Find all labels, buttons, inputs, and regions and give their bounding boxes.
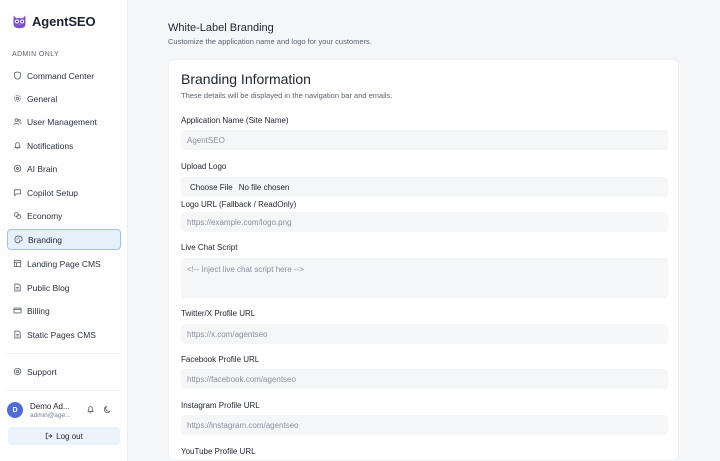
page-subtitle: Customize the application name and logo …: [168, 37, 372, 46]
sidebar-item-label: Command Center: [27, 70, 95, 81]
sidebar-item-copilot-setup[interactable]: Copilot Setup: [7, 182, 121, 203]
credit-card-icon: [12, 306, 22, 316]
app-name-label: Application Name (Site Name): [181, 116, 289, 125]
choose-file-button[interactable]: Choose File: [190, 183, 233, 192]
file-status: No file chosen: [238, 182, 290, 192]
app-name-input[interactable]: AgentSEO: [181, 130, 668, 150]
user-email: admin@age...: [30, 411, 71, 419]
sidebar-item-label: Static Pages CMS: [27, 329, 96, 340]
logo-url-input[interactable]: https://example.com/logo.png: [181, 212, 668, 232]
brand[interactable]: AgentSEO: [11, 13, 96, 30]
palette-icon: [13, 235, 23, 245]
sidebar-item-general[interactable]: General: [7, 88, 121, 109]
layout-icon: [12, 259, 22, 269]
twitter-input[interactable]: https://x.com/agentseo: [181, 324, 668, 344]
sidebar-item-label: Landing Page CMS: [27, 258, 101, 269]
bell-icon[interactable]: [86, 401, 95, 419]
sidebar-item-label: Notifications: [27, 140, 74, 151]
sidebar-item-public-blog[interactable]: Public Blog: [7, 277, 121, 298]
facebook-label: Facebook Profile URL: [181, 355, 260, 364]
logout-button[interactable]: Log out: [8, 427, 120, 445]
sidebar-divider: [7, 353, 119, 354]
sidebar-item-label: AI Brain: [27, 163, 58, 174]
sidebar-item-label: Public Blog: [27, 282, 70, 293]
sidebar-item-command-center[interactable]: Command Center: [7, 65, 121, 86]
document-icon: [12, 283, 22, 293]
app-name: AgentSEO: [32, 14, 96, 29]
branding-card: Branding Information These details will …: [168, 59, 679, 461]
sidebar-item-ai-brain[interactable]: AI Brain: [7, 158, 121, 179]
users-icon: [12, 117, 22, 127]
document-icon: [12, 330, 22, 340]
sidebar-item-label: Billing: [27, 305, 50, 316]
youtube-label: YouTube Profile URL: [181, 447, 256, 456]
brain-icon: [12, 164, 22, 174]
sidebar-item-billing[interactable]: Billing: [7, 300, 121, 321]
sidebar-item-static-pages-cms[interactable]: Static Pages CMS: [7, 324, 121, 345]
sidebar-item-notifications[interactable]: Notifications: [7, 135, 121, 156]
card-subtitle: These details will be displayed in the n…: [181, 91, 393, 100]
sidebar-item-user-management[interactable]: User Management: [7, 111, 121, 132]
upload-logo-label: Upload Logo: [181, 162, 227, 171]
facebook-input[interactable]: https://facebook.com/agentseo: [181, 369, 668, 389]
sidebar-divider: [7, 390, 119, 391]
user-info: Demo Ad... admin@age...: [30, 402, 80, 419]
user-actions: [86, 401, 112, 419]
logout-label: Log out: [56, 431, 83, 441]
help-circle-icon: [12, 367, 22, 377]
chat-icon: [12, 188, 22, 198]
gear-icon: [12, 94, 22, 104]
twitter-label: Twitter/X Profile URL: [181, 309, 256, 318]
section-label-admin: ADMIN ONLY: [12, 51, 60, 58]
user-name: Demo Ad...: [30, 401, 70, 411]
page-title: White-Label Branding: [168, 22, 274, 34]
sidebar-item-label: Support: [27, 366, 57, 377]
owl-logo-icon: [13, 15, 26, 29]
bell-icon: [12, 141, 22, 151]
instagram-input[interactable]: https://instagram.com/agentseo: [181, 415, 668, 435]
card-title: Branding Information: [181, 71, 311, 87]
coins-icon: [12, 211, 22, 221]
sidebar-item-label: Copilot Setup: [27, 187, 79, 198]
live-chat-label: Live Chat Script: [181, 243, 238, 252]
moon-icon[interactable]: [103, 401, 112, 419]
main-content: White-Label Branding Customize the appli…: [128, 0, 720, 461]
sidebar-item-economy[interactable]: Economy: [7, 205, 121, 226]
shield-icon: [12, 71, 22, 81]
sidebar-item-label: User Management: [27, 116, 97, 127]
sidebar-item-branding[interactable]: Branding: [7, 229, 121, 250]
sidebar-item-label: Economy: [27, 210, 63, 221]
sidebar-item-label: Branding: [28, 234, 63, 245]
sidebar: AgentSEO ADMIN ONLY Command Center Gener…: [0, 0, 128, 461]
instagram-label: Instagram Profile URL: [181, 401, 260, 410]
sidebar-item-landing-page-cms[interactable]: Landing Page CMS: [7, 253, 121, 274]
user-profile[interactable]: D Demo Ad... admin@age...: [7, 398, 121, 422]
avatar: D: [7, 402, 23, 418]
logout-icon: [45, 432, 53, 440]
sidebar-item-label: General: [27, 93, 58, 104]
logo-url-label: Logo URL (Fallback / ReadOnly): [181, 200, 297, 209]
sidebar-item-support[interactable]: Support: [7, 361, 121, 382]
live-chat-textarea[interactable]: <!-- Inject live chat script here -->: [181, 258, 668, 298]
logo-file-input[interactable]: Choose File No file chosen: [181, 177, 668, 197]
